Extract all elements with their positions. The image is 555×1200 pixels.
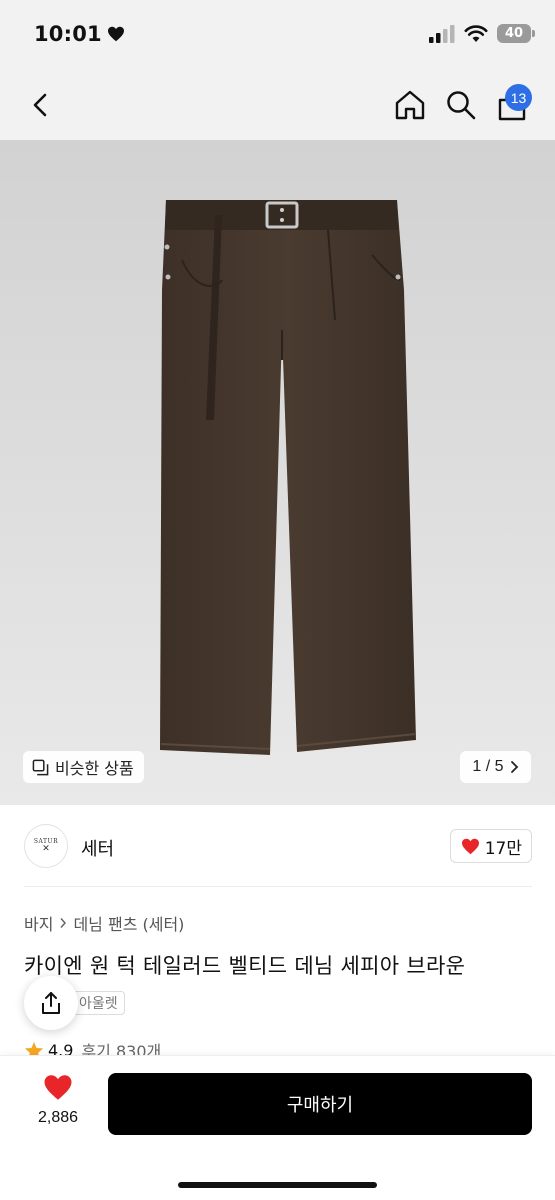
share-icon	[42, 992, 60, 1014]
image-pager-text: 1 / 5	[472, 758, 504, 775]
battery-level: 40	[504, 26, 524, 41]
wifi-icon	[464, 24, 488, 42]
similar-products-icon	[32, 759, 49, 775]
heart-icon	[44, 1075, 72, 1100]
product-title: 카이엔 원 턱 테일러드 벨티드 데님 세피아 브라운	[24, 954, 466, 978]
brand-name[interactable]: 세터	[81, 835, 114, 861]
breadcrumb-item-pants[interactable]: 바지	[24, 911, 53, 935]
similar-products-button[interactable]: 비슷한 상품	[23, 751, 144, 783]
cart-count: 13	[510, 89, 527, 106]
home-indicator	[178, 1182, 377, 1188]
cart-count-badge: 13	[505, 84, 532, 111]
home-icon[interactable]	[392, 87, 428, 123]
divider	[24, 886, 532, 887]
nav-bar	[0, 70, 555, 140]
heart-icon	[461, 838, 479, 854]
outlet-tag: 아울렛	[72, 991, 125, 1015]
brand-logo[interactable]: SATUR ✕	[24, 824, 68, 868]
breadcrumb-item-denim[interactable]: 데님 팬츠 (세터)	[73, 911, 184, 935]
heart-status-icon	[107, 26, 124, 42]
status-time: 10:01	[34, 22, 125, 46]
signal-icon	[429, 24, 455, 43]
similar-products-label: 비슷한 상품	[55, 759, 134, 778]
buy-button[interactable]: 구매하기	[108, 1073, 532, 1135]
chevron-right-icon	[510, 761, 518, 773]
back-icon[interactable]	[24, 88, 58, 122]
brand-like-button[interactable]: 17만	[449, 829, 532, 863]
brand-logo-mark: ✕	[42, 844, 50, 854]
buy-button-label: 구매하기	[286, 1095, 354, 1116]
bottom-purchase-bar: 2,886 구매하기	[0, 1055, 555, 1200]
share-button[interactable]	[24, 976, 78, 1030]
brand-row[interactable]: SATUR ✕ 세터 17만	[24, 822, 532, 868]
status-bar: 10:01 40	[0, 0, 555, 70]
status-time-text: 10:01	[34, 22, 102, 46]
breadcrumb: 바지 데님 팬츠 (세터)	[24, 911, 184, 935]
status-icons: 40	[429, 24, 535, 43]
chevron-right-icon	[60, 918, 67, 928]
wishlist-count: 2,886	[37, 1109, 79, 1126]
brand-like-count: 17만	[484, 838, 522, 859]
search-icon[interactable]	[443, 87, 479, 123]
battery-icon: 40	[497, 24, 535, 43]
image-pager[interactable]: 1 / 5	[460, 751, 531, 783]
wishlist-button[interactable]: 2,886	[28, 1074, 88, 1127]
product-image-carousel[interactable]: 비슷한 상품 1 / 5	[0, 140, 555, 805]
product-photo-pants	[160, 200, 417, 755]
